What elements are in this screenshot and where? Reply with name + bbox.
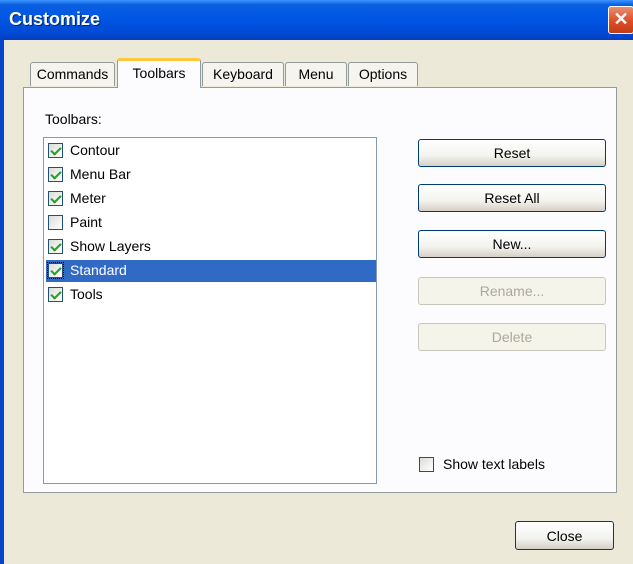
- checkbox-tools[interactable]: [48, 287, 63, 302]
- list-item-standard[interactable]: Standard: [46, 260, 376, 282]
- close-button[interactable]: Close: [515, 521, 614, 550]
- show-text-labels-label: Show text labels: [443, 456, 545, 472]
- tab-toolbars[interactable]: Toolbars: [117, 58, 201, 88]
- reset-button[interactable]: Reset: [418, 139, 606, 167]
- tab-menu[interactable]: Menu: [285, 62, 347, 86]
- show-text-labels-checkbox[interactable]: [419, 457, 434, 472]
- checkbox-meter[interactable]: [48, 191, 63, 206]
- checkbox-contour[interactable]: [48, 143, 63, 158]
- list-item-label: Tools: [70, 286, 103, 302]
- tab-keyboard[interactable]: Keyboard: [202, 62, 284, 86]
- list-item-meter[interactable]: Meter: [46, 188, 376, 210]
- list-item-show-layers[interactable]: Show Layers: [46, 236, 376, 258]
- toolbars-listbox[interactable]: Contour Menu Bar Meter Paint Show Layers…: [43, 137, 377, 484]
- list-item-tools[interactable]: Tools: [46, 284, 376, 306]
- checkbox-standard[interactable]: [47, 262, 64, 279]
- reset-all-button[interactable]: Reset All: [418, 184, 606, 212]
- title-bar: Customize ✕: [0, 0, 633, 40]
- list-item-label: Show Layers: [70, 238, 151, 254]
- list-item-label: Standard: [70, 262, 127, 278]
- checkbox-show-layers[interactable]: [48, 239, 63, 254]
- window-frame-left: [0, 40, 4, 564]
- list-item-label: Paint: [70, 214, 102, 230]
- toolbars-label: Toolbars:: [45, 111, 102, 127]
- list-item-paint[interactable]: Paint: [46, 212, 376, 234]
- list-item-menu-bar[interactable]: Menu Bar: [46, 164, 376, 186]
- tab-commands[interactable]: Commands: [30, 62, 115, 86]
- rename-button[interactable]: Rename...: [418, 277, 606, 305]
- new-button[interactable]: New...: [418, 230, 606, 258]
- list-item-label: Menu Bar: [70, 166, 131, 182]
- checkbox-menu-bar[interactable]: [48, 167, 63, 182]
- window-title: Customize: [9, 9, 101, 29]
- list-item-label: Meter: [70, 190, 106, 206]
- checkbox-paint[interactable]: [48, 215, 63, 230]
- list-item-label: Contour: [70, 142, 120, 158]
- delete-button[interactable]: Delete: [418, 323, 606, 351]
- tab-options[interactable]: Options: [348, 62, 418, 86]
- list-item-contour[interactable]: Contour: [46, 140, 376, 162]
- window-close-button[interactable]: ✕: [608, 6, 633, 34]
